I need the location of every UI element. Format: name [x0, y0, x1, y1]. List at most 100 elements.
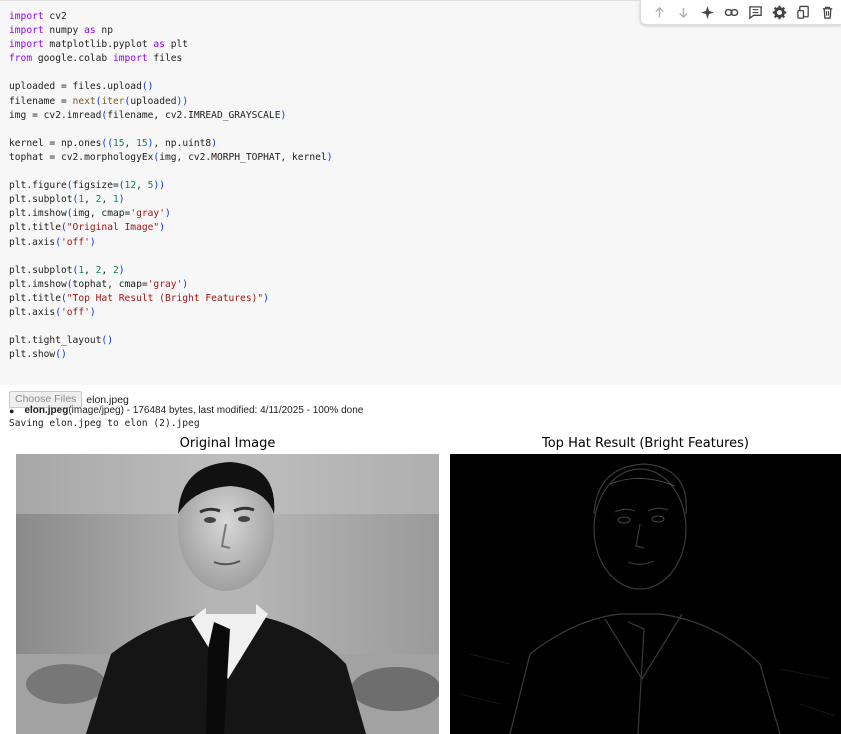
code-line: plt.axis('off') — [9, 306, 332, 320]
comment-icon[interactable] — [743, 0, 767, 24]
file-name: elon.jpeg — [24, 405, 69, 416]
code-line: plt.title("Top Hat Result (Bright Featur… — [9, 292, 332, 306]
code-token: import — [9, 39, 44, 51]
link-icon[interactable] — [719, 0, 743, 24]
code-token: 15 — [112, 137, 125, 149]
code-token: as — [84, 25, 96, 37]
code-token: plt.axis — [9, 306, 56, 318]
code-line: import numpy as np — [9, 24, 332, 38]
code-token: )) — [153, 180, 166, 192]
bullet-icon: ● — [9, 405, 15, 416]
code-token: , — [124, 137, 137, 149]
trash-icon[interactable] — [815, 0, 839, 24]
code-token: tophat, cmap= — [72, 278, 148, 290]
code-token: uploaded = files.upload — [9, 81, 142, 93]
code-line: plt.subplot(1, 2, 1) — [9, 193, 332, 207]
code-token: , — [101, 264, 114, 276]
file-info-list-item: ● elon.jpeg (image/jpeg) - 176484 bytes,… — [9, 405, 363, 416]
code-token: )) — [176, 95, 189, 107]
code-token: ) — [182, 278, 189, 290]
sparkle-icon[interactable] — [695, 0, 719, 24]
code-token: filename, cv2.IMREAD_GRAYSCALE — [107, 109, 281, 121]
code-token: google.colab — [32, 53, 113, 65]
code-line: plt.axis('off') — [9, 236, 332, 250]
code-line: plt.show() — [9, 348, 332, 362]
code-token: plt.title — [9, 222, 61, 234]
code-token: files — [147, 53, 183, 65]
code-line: plt.tight_layout() — [9, 334, 332, 348]
arrow-up-icon[interactable] — [647, 0, 671, 24]
left-plot-title: Original Image — [179, 436, 276, 451]
code-line: plt.title("Original Image") — [9, 221, 332, 235]
code-token: cv2 — [43, 11, 67, 22]
cell-toolbar — [640, 0, 841, 25]
code-token: (( — [101, 137, 113, 149]
code-token: figsize= — [72, 180, 119, 192]
code-token: numpy — [43, 25, 85, 37]
code-token: 'gray' — [130, 208, 165, 220]
code-token: plt.show — [9, 349, 56, 361]
code-line: img = cv2.imread(filename, cv2.IMREAD_GR… — [9, 109, 332, 123]
mirror-cell-icon[interactable] — [791, 0, 815, 24]
code-token: plt.imshow — [9, 208, 67, 220]
code-editor[interactable]: import cv2 import numpy as np import matpl… — [9, 10, 332, 362]
code-token: uploaded — [130, 95, 177, 107]
code-token: 'gray' — [147, 278, 183, 290]
code-token: img, cv2.MORPH_TOPHAT, kernel — [159, 151, 327, 163]
code-token: plt.figure — [9, 180, 67, 192]
code-token: iter — [101, 95, 125, 107]
right-plot-title: Top Hat Result (Bright Features) — [542, 436, 749, 451]
code-token: plt.title — [9, 292, 61, 304]
code-line: from google.colab import files — [9, 52, 332, 66]
code-token: , — [136, 180, 148, 192]
code-line: plt.figure(figsize=(12, 5)) — [9, 179, 332, 193]
code-line: plt.imshow(img, cmap='gray') — [9, 207, 332, 221]
code-token: plt.subplot — [9, 194, 73, 206]
code-token: 15 — [136, 137, 148, 149]
code-line: filename = next(iter(uploaded)) — [9, 95, 332, 109]
code-token: ) — [326, 151, 333, 163]
code-token: ) — [211, 137, 217, 149]
code-token: "Top Hat Result (Bright Features)" — [66, 292, 264, 304]
gear-icon[interactable] — [767, 0, 791, 24]
code-line: plt.imshow(tophat, cmap='gray') — [9, 278, 332, 292]
code-line: tophat = cv2.morphologyEx(img, cv2.MORPH… — [9, 151, 332, 165]
code-token: ) — [263, 292, 269, 304]
cell-output: Choose Files elon.jpeg ● elon.jpeg (imag… — [0, 385, 841, 734]
code-token: plt.axis — [9, 236, 56, 248]
code-token: , — [84, 264, 96, 276]
code-token: ) — [89, 306, 96, 318]
code-token: 12 — [124, 180, 137, 192]
code-token: , — [101, 194, 114, 206]
code-token: () — [141, 81, 154, 93]
file-details: (image/jpeg) - 176484 bytes, last modifi… — [68, 405, 364, 416]
code-token: next — [72, 95, 96, 107]
code-token: import — [9, 25, 44, 37]
code-token: np — [95, 25, 113, 37]
code-line: import matplotlib.pyplot as plt — [9, 38, 332, 52]
code-token: matplotlib.pyplot — [43, 39, 154, 51]
code-token: "Original Image" — [66, 222, 160, 234]
code-token: kernel = np.ones — [9, 137, 102, 149]
code-token: plt.imshow — [9, 278, 67, 290]
code-line: plt.subplot(1, 2, 2) — [9, 264, 332, 278]
code-cell[interactable]: import cv2 import numpy as np import matpl… — [0, 0, 841, 385]
code-token: filename = — [9, 95, 73, 107]
code-token: plt — [164, 39, 189, 51]
code-token: ) — [89, 236, 96, 248]
code-token: tophat = cv2.morphologyEx — [9, 151, 154, 163]
code-token: 'off' — [61, 236, 90, 248]
code-token: 'off' — [61, 306, 90, 318]
code-token: () — [55, 349, 67, 361]
code-token: from — [9, 53, 33, 65]
tophat-result-image — [450, 454, 841, 734]
code-line: kernel = np.ones((15, 15), np.uint8) — [9, 137, 332, 151]
arrow-down-icon[interactable] — [671, 0, 695, 24]
chosen-file-label: elon.jpeg — [86, 393, 129, 406]
code-token: img = cv2.imread — [9, 109, 102, 121]
code-token: ) — [159, 222, 165, 234]
